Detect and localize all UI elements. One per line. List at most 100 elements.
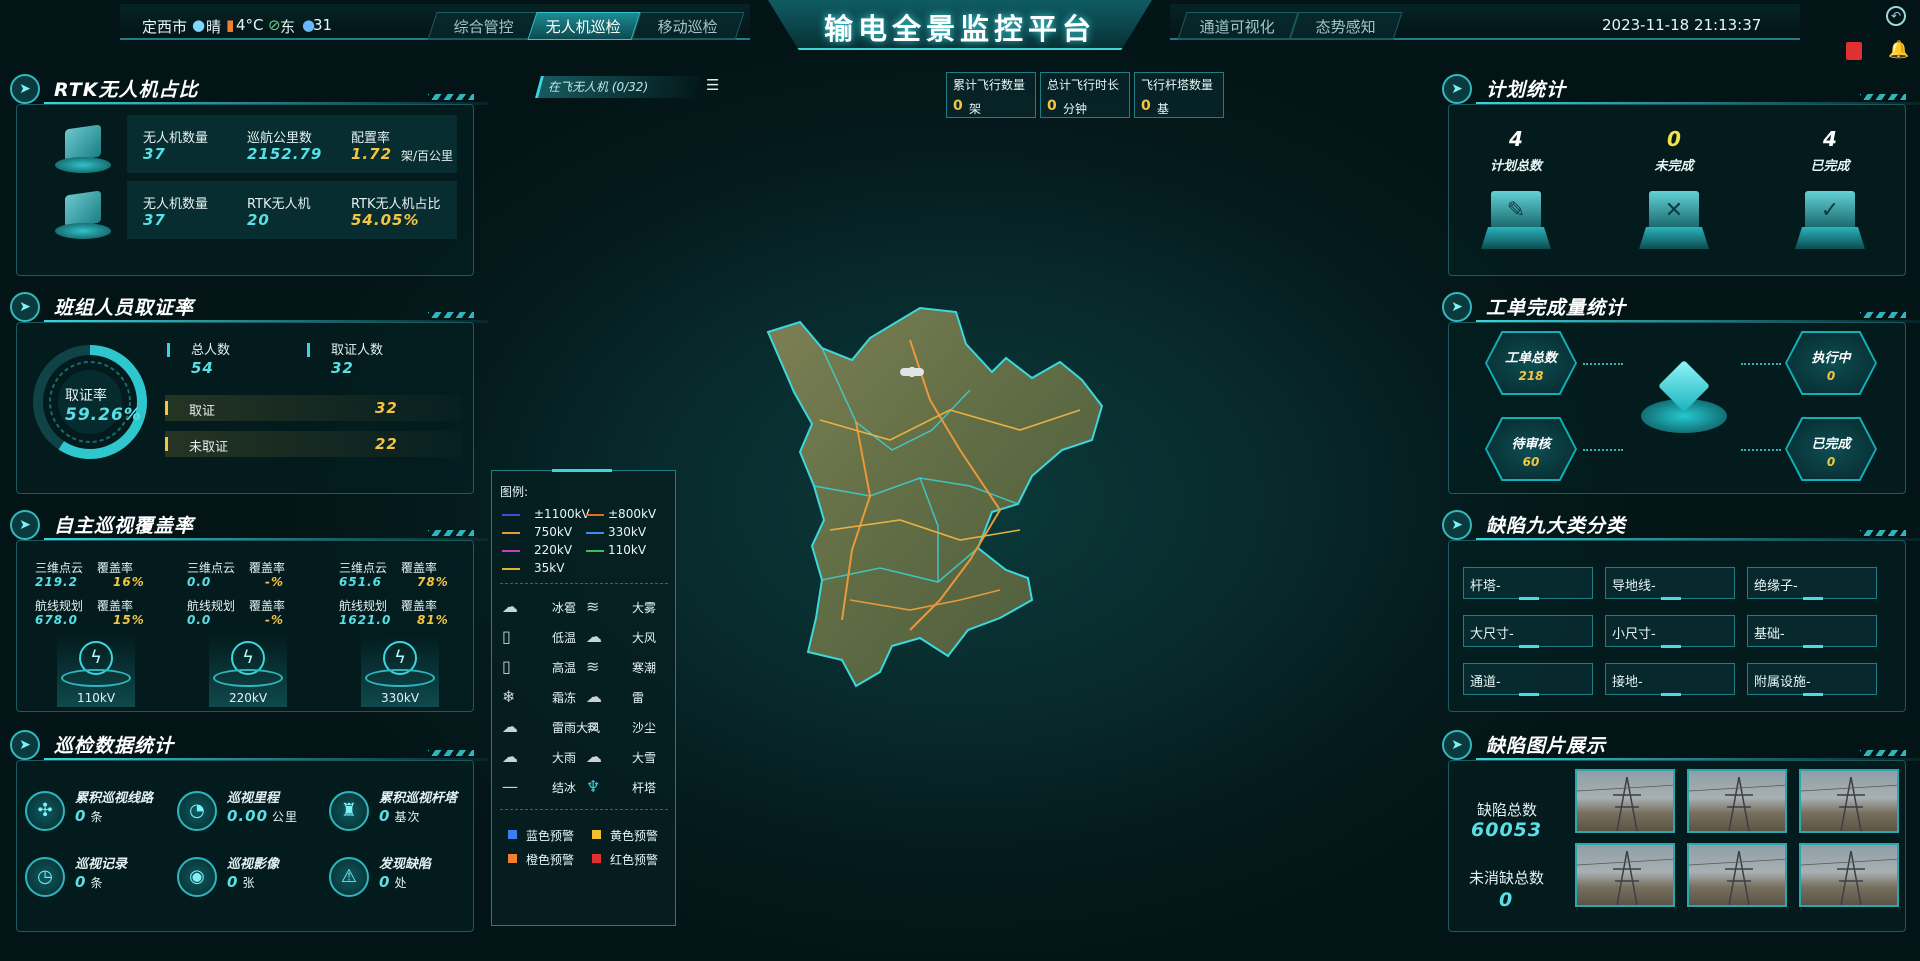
defect-category[interactable]: 大尺寸-: [1463, 615, 1593, 648]
defect-total-label: 缺陷总数: [1477, 801, 1538, 819]
pointcloud-value: 0.0: [187, 575, 212, 589]
defect-category[interactable]: 基础-: [1747, 615, 1877, 648]
legend-title: 图例:: [500, 485, 529, 499]
defect-category[interactable]: 绝缘子-: [1747, 567, 1877, 600]
coverage-panel-title: 自主巡视覆盖率: [54, 515, 195, 537]
defect-photo[interactable]: [1575, 843, 1675, 907]
defect-category[interactable]: 通道-: [1463, 663, 1593, 696]
defect-photo[interactable]: [1687, 769, 1787, 833]
map-legend: 图例: ±1100kV ±800kV 750kV 330kV 220kV 110kV 35k…: [491, 469, 676, 926]
coverage-group-220kV: 三维点云 覆盖率 0.0 -% 航线规划 覆盖率 0.0 -% ϟ 220kV: [187, 541, 337, 711]
temperature-label: 4°C: [236, 16, 264, 34]
defect-category[interactable]: 导地线-: [1605, 567, 1735, 600]
title-deco: [1860, 530, 1906, 536]
stat-value: 0: [953, 98, 963, 114]
voltage-line-swatch: [502, 568, 520, 570]
arrow-icon: ➤: [1442, 510, 1472, 540]
arrow-icon: ➤: [10, 292, 40, 322]
patrol-towers-label: 累积巡视杆塔: [379, 791, 458, 806]
route-coverage: -%: [265, 613, 285, 627]
wind-label: 东: [280, 18, 296, 36]
patrol-panel-title: 巡检数据统计: [54, 735, 175, 757]
arrow-icon: ➤: [1442, 74, 1472, 104]
defect-bar: [1661, 645, 1681, 648]
defect-category[interactable]: 接地-: [1605, 663, 1735, 696]
tab-mobile-patrol[interactable]: 移动巡检: [631, 12, 745, 40]
workorder-panel-title: 工单完成量统计: [1486, 297, 1627, 319]
weather-legend-label: 大风: [632, 631, 657, 645]
coverage-label: 覆盖率: [401, 561, 438, 575]
coverage-group-330kV: 三维点云 覆盖率 651.6 78% 航线规划 覆盖率 1621.0 81% ϟ 330kV: [339, 541, 489, 711]
defect-pending-value: 0: [1499, 889, 1514, 911]
clock-icon: ◷: [25, 857, 65, 897]
voltage-label: 220kV: [229, 691, 268, 705]
title-deco: [1860, 312, 1906, 318]
camera-icon: ◉: [177, 857, 217, 897]
alarm-icon[interactable]: [1846, 42, 1862, 60]
menu-icon[interactable]: ☰: [706, 76, 719, 94]
plan-total-label: 计划总数: [1489, 159, 1542, 174]
defect-category[interactable]: 小尺寸-: [1605, 615, 1735, 648]
page-title: 输电全景监控平台: [823, 12, 1096, 46]
stat-unit: 分钟: [1063, 102, 1088, 116]
tab-drone-patrol[interactable]: 无人机巡检: [527, 12, 641, 40]
defect-category[interactable]: 附属设施-: [1747, 663, 1877, 696]
defect-category[interactable]: 杆塔-: [1463, 567, 1593, 600]
coverage-label: 覆盖率: [401, 599, 438, 613]
coverage-label: 覆盖率: [249, 561, 286, 575]
total-people-label: 总人数: [191, 343, 231, 358]
weather-3-icon: ☁: [586, 627, 602, 646]
defect-category-label: 附属设施-: [1754, 675, 1811, 690]
defect-img-panel-title: 缺陷图片展示: [1486, 735, 1607, 757]
defect-bar: [1803, 693, 1823, 696]
defect-photo[interactable]: [1799, 769, 1899, 833]
weather-6-icon: ❄: [502, 687, 516, 706]
stat-value: 0: [1047, 98, 1057, 114]
back-icon[interactable]: ↶: [1886, 6, 1906, 26]
certified-label: 取证人数: [331, 343, 384, 358]
workorder-panel-header: ➤ 工单完成量统计: [1442, 288, 1920, 323]
voltage-legend-label: 750kV: [534, 525, 573, 539]
title-deco: [428, 530, 474, 536]
weather-2-icon: ▯: [502, 627, 511, 646]
weather-8-icon: ☁: [502, 717, 518, 736]
pointcloud-coverage: -%: [265, 575, 285, 589]
workorder-body: 工单总数 218 执行中 0 待审核 60 已完成 0: [1448, 322, 1906, 494]
title-deco: [428, 750, 474, 756]
bell-icon[interactable]: 🔔: [1888, 40, 1909, 60]
stat-value: 0: [1141, 98, 1151, 114]
region-map[interactable]: [760, 300, 1160, 720]
weather-legend-label: 霜冻: [552, 691, 577, 705]
voltage-legend-label: 110kV: [608, 543, 647, 557]
thermometer-icon: ▮: [226, 16, 235, 34]
tab-channel-visual[interactable]: 通道可视化: [1177, 12, 1299, 40]
title-deco: [1860, 750, 1906, 756]
wind-icon: ⊘: [268, 16, 281, 34]
weather-legend-label: 结冰: [552, 781, 577, 795]
weather-legend-label: 杆塔: [632, 781, 657, 795]
pointcloud-label: 三维点云: [187, 561, 236, 575]
drone-marker-icon: [900, 368, 924, 376]
drone-count-label: 无人机数量: [143, 197, 209, 212]
coverage-label: 覆盖率: [249, 599, 286, 613]
defect-bar: [1803, 597, 1823, 600]
defect-photo[interactable]: [1687, 843, 1787, 907]
defect-photo[interactable]: [1575, 769, 1675, 833]
warning-legend-label: 橙色预警: [526, 853, 575, 867]
tab-situation[interactable]: 态势感知: [1289, 12, 1403, 40]
warning-flag-icon: [508, 830, 517, 839]
defect-photo[interactable]: [1799, 843, 1899, 907]
rtk-ratio-label: RTK无人机占比: [351, 197, 441, 212]
arrow-icon: ➤: [10, 510, 40, 540]
defect-category-label: 大尺寸-: [1470, 627, 1514, 642]
stat-label: 总计飞行时长: [1047, 78, 1120, 92]
coverage-label: 覆盖率: [97, 599, 134, 613]
workorder-panel: ➤ 工单完成量统计 工单总数 218 执行中 0 待审核 60 已完成 0: [1432, 288, 1920, 496]
pointcloud-label: 三维点云: [35, 561, 84, 575]
tab-comprehensive[interactable]: 综合管控: [427, 12, 541, 40]
config-rate-label: 配置率: [351, 131, 391, 146]
weather-legend-label: 高温: [552, 661, 577, 675]
weather-legend-label: 寒潮: [632, 661, 657, 675]
arrow-icon: ➤: [1442, 292, 1472, 322]
certified-row-label: 取证: [189, 404, 216, 419]
